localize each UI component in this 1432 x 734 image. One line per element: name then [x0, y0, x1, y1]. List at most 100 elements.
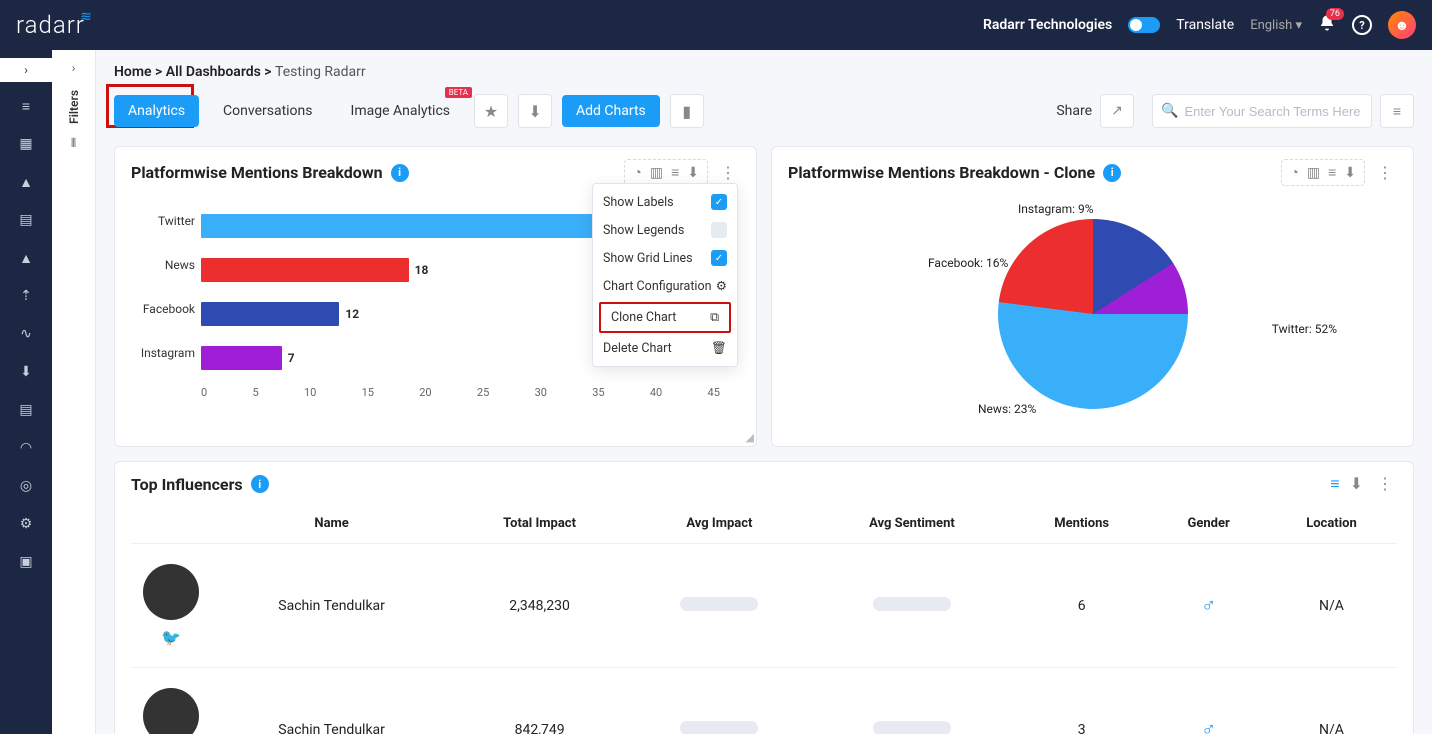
chart-menu-icon[interactable]: ⋮ [1373, 474, 1397, 494]
pie-toggle-icon[interactable]: ◔ [1290, 164, 1298, 181]
bar-fill [201, 302, 339, 326]
nav-download-icon[interactable]: ⬇ [12, 358, 40, 386]
tab-analytics[interactable]: Analytics [114, 95, 199, 127]
nav-alert-icon[interactable]: ▲ [12, 244, 40, 272]
chart-menu-icon[interactable]: ⋮ [1373, 163, 1397, 182]
card-title: Platformwise Mentions Breakdown - Clone [788, 163, 1095, 182]
avatar[interactable] [143, 688, 199, 734]
topbar: radarr≋ Radarr Technologies Translate En… [0, 0, 1432, 50]
logo[interactable]: radarr≋ [16, 11, 85, 39]
search-filter-icon[interactable]: ≡ [1380, 94, 1414, 128]
help-icon[interactable]: ? [1352, 15, 1372, 35]
nav-database-icon[interactable]: ≡ [12, 92, 40, 120]
filter-bars-icon[interactable]: ⦀ [71, 136, 76, 151]
col-name: Name [211, 504, 452, 544]
dd-show-legends[interactable]: Show Legends [593, 216, 737, 244]
avatar[interactable] [143, 564, 199, 620]
nav-rail: › ≡ ▦ ▲ ▤ ▲ ⇡ ∿ ⬇ ▤ ◠ ◎ ⚙ ▣ [0, 50, 52, 734]
lines-toggle-icon[interactable]: ≡ [671, 164, 679, 181]
dd-config[interactable]: Chart Configuration⚙ [593, 272, 737, 300]
card-title: Top Influencers [131, 475, 243, 494]
x-tick: 45 [708, 386, 720, 399]
tab-conversations[interactable]: Conversations [209, 95, 326, 127]
col-total-impact: Total Impact [452, 504, 627, 544]
nav-gauge-icon[interactable]: ◠ [12, 434, 40, 462]
cell-location: N/A [1266, 668, 1397, 734]
gear-icon: ⚙ [716, 278, 727, 294]
card-bar-breakdown: Platformwise Mentions Breakdown i ◔ ▥ ≡ … [114, 146, 757, 447]
nav-expand[interactable]: › [0, 58, 52, 82]
share-icon[interactable]: ↗ [1100, 94, 1134, 128]
nav-fire-icon[interactable]: ▲ [12, 168, 40, 196]
card-pie-breakdown: Platformwise Mentions Breakdown - Clone … [771, 146, 1414, 447]
translate-toggle[interactable] [1128, 17, 1160, 33]
bookmark-icon[interactable]: ▮ [670, 94, 704, 128]
info-icon[interactable]: i [251, 475, 269, 493]
cell-total-impact: 2,348,230 [452, 544, 627, 668]
info-icon[interactable]: i [391, 164, 409, 182]
clone-icon: ⧉ [710, 310, 719, 325]
bar-toggle-icon[interactable]: ▥ [1307, 165, 1320, 181]
sort-icon[interactable]: ≡ [1330, 474, 1339, 494]
dd-delete[interactable]: Delete Chart🗑 [593, 335, 737, 362]
dd-clone[interactable]: Clone Chart⧉ [599, 302, 731, 333]
chart-menu-icon[interactable]: ⋮ [716, 163, 740, 182]
bar-fill [201, 346, 282, 370]
main-content: Home > All Dashboards > Testing Radarr A… [96, 50, 1432, 734]
notifications-icon[interactable]: 76 [1318, 14, 1336, 36]
cell-mentions: 6 [1012, 544, 1151, 668]
dd-show-labels[interactable]: Show Labels✓ [593, 188, 737, 216]
cell-avg-sentiment [812, 544, 1012, 668]
lines-toggle-icon[interactable]: ≡ [1328, 164, 1336, 181]
pie-label-instagram: Instagram: 9% [1018, 202, 1094, 216]
company-name: Radarr Technologies [983, 17, 1112, 33]
nav-trend-icon[interactable]: ∿ [12, 320, 40, 348]
filter-expand[interactable]: › [64, 58, 84, 78]
table-row[interactable]: 🐦 Sachin Tendulkar 2,348,230 6 ♂ N/A [131, 544, 1397, 668]
nav-stats-icon[interactable]: ⇡ [12, 282, 40, 310]
download-icon[interactable]: ⬇ [1350, 474, 1363, 494]
cell-avg-impact [627, 668, 812, 734]
add-charts-button[interactable]: Add Charts [562, 95, 660, 127]
pie-toggle-icon[interactable]: ◔ [633, 164, 641, 181]
x-tick: 35 [592, 386, 604, 399]
search-box[interactable]: 🔍 [1152, 94, 1372, 128]
search-input[interactable] [1184, 104, 1363, 119]
share-label: Share [1056, 103, 1092, 119]
x-tick: 40 [650, 386, 662, 399]
dd-show-grid[interactable]: Show Grid Lines✓ [593, 244, 737, 272]
bar-fill [201, 258, 409, 282]
table-row[interactable]: 🐦 Sachin Tendulkar 842,749 3 ♂ N/A [131, 668, 1397, 734]
crumb-dashboards[interactable]: All Dashboards [166, 64, 261, 80]
user-avatar[interactable]: ☻ [1388, 11, 1416, 39]
resize-handle-icon[interactable]: ◢ [746, 431, 754, 444]
nav-report-icon[interactable]: ▤ [12, 396, 40, 424]
download-chart-icon[interactable]: ⬇ [687, 165, 699, 181]
info-icon[interactable]: i [1103, 164, 1121, 182]
nav-file-icon[interactable]: ▤ [12, 206, 40, 234]
bar-value: 12 [345, 307, 359, 321]
bar-toggle-icon[interactable]: ▥ [650, 165, 663, 181]
language-select[interactable]: English ▾ [1250, 18, 1302, 33]
x-tick: 20 [419, 386, 431, 399]
nav-target-icon[interactable]: ◎ [12, 472, 40, 500]
tab-image-analytics[interactable]: Image Analytics BETA [337, 95, 465, 127]
bar-category: Instagram [139, 346, 195, 360]
male-icon: ♂ [1201, 717, 1216, 734]
nav-settings-icon[interactable]: ⚙ [12, 510, 40, 538]
nav-grid-icon[interactable]: ▦ [12, 130, 40, 158]
download-chart-icon[interactable]: ⬇ [1344, 165, 1356, 181]
x-tick: 30 [535, 386, 547, 399]
crumb-home[interactable]: Home [114, 64, 152, 80]
col-mentions: Mentions [1012, 504, 1151, 544]
cell-location: N/A [1266, 544, 1397, 668]
breadcrumb: Home > All Dashboards > Testing Radarr [114, 64, 1414, 80]
bar-category: Facebook [139, 302, 195, 316]
cell-total-impact: 842,749 [452, 668, 627, 734]
favorite-icon[interactable]: ★ [474, 94, 508, 128]
bar-value: 18 [415, 263, 429, 277]
male-icon: ♂ [1201, 593, 1216, 617]
download-icon[interactable]: ⬇ [518, 94, 552, 128]
nav-save-icon[interactable]: ▣ [12, 548, 40, 576]
x-tick: 5 [252, 386, 258, 399]
